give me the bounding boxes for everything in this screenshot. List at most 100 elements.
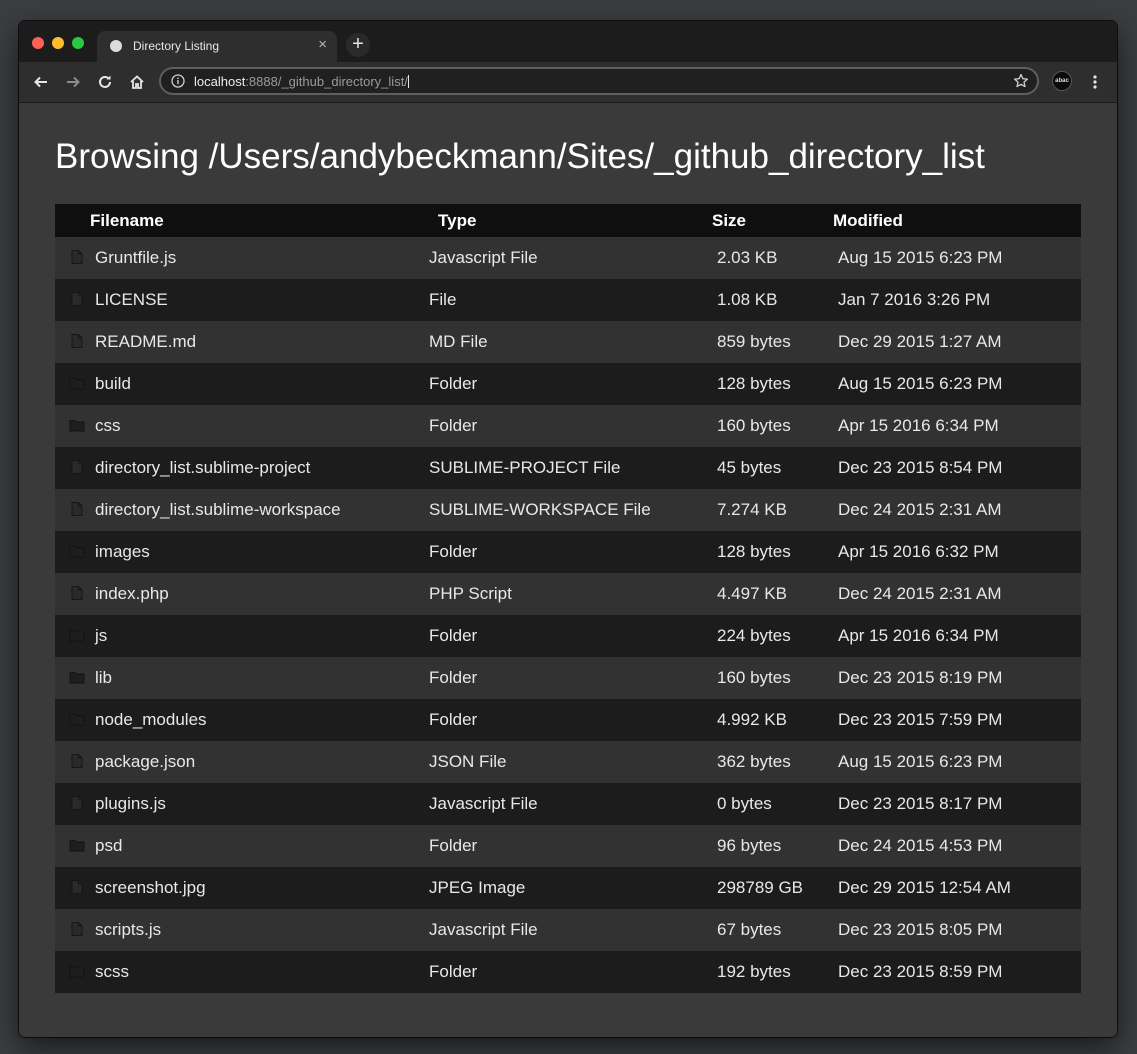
table-row[interactable]: psd Folder 96 bytes Dec 24 2015 4:53 PM	[55, 825, 1081, 867]
tab-strip: Directory Listing × +	[19, 21, 1117, 62]
filename-cell[interactable]: scripts.js	[55, 909, 424, 951]
reload-icon	[99, 75, 111, 88]
modified-cell: Dec 23 2015 8:17 PM	[838, 794, 1003, 813]
address-bar[interactable]: localhost:8888/_github_directory_list/	[159, 67, 1039, 95]
modified-cell: Aug 15 2015 6:23 PM	[838, 374, 1003, 393]
type-cell: Folder	[429, 710, 478, 729]
filename-cell[interactable]: build	[55, 363, 424, 405]
tab-directory-listing[interactable]: Directory Listing ×	[97, 31, 337, 62]
modified-cell: Dec 23 2015 8:19 PM	[838, 668, 1003, 687]
filename-cell[interactable]: package.json	[55, 741, 424, 783]
filename-link[interactable]: screenshot.jpg	[95, 878, 206, 897]
filename-cell[interactable]: directory_list.sublime-workspace	[55, 489, 424, 531]
type-cell: SUBLIME-PROJECT File	[429, 458, 621, 477]
folder-icon	[69, 417, 85, 432]
filename-cell[interactable]: plugins.js	[55, 783, 424, 825]
filename-link[interactable]: Gruntfile.js	[95, 248, 176, 267]
filename-link[interactable]: LICENSE	[95, 290, 168, 309]
header-type[interactable]: Type	[424, 204, 712, 237]
filename-link[interactable]: README.md	[95, 332, 196, 351]
table-row[interactable]: scripts.js Javascript File 67 bytes Dec 23 …	[55, 909, 1081, 951]
filename-cell[interactable]: lib	[55, 657, 424, 699]
header-modified[interactable]: Modified	[833, 204, 1081, 237]
filename-link[interactable]: css	[95, 416, 121, 435]
filename-link[interactable]: lib	[95, 668, 112, 687]
filename-cell[interactable]: psd	[55, 825, 424, 867]
filename-cell[interactable]: index.php	[55, 573, 424, 615]
tab-close-icon[interactable]: ×	[318, 37, 327, 53]
file-icon	[69, 459, 85, 474]
filename-cell[interactable]: directory_list.sublime-project	[55, 447, 424, 489]
url-path: :8888/_github_directory_list/	[245, 74, 408, 89]
size-cell: 7.274 KB	[717, 500, 787, 519]
filename-link[interactable]: psd	[95, 836, 122, 855]
favicon-icon	[110, 40, 122, 52]
filename-link[interactable]: index.php	[95, 584, 169, 603]
folder-icon	[69, 543, 85, 558]
filename-cell[interactable]: images	[55, 531, 424, 573]
table-row[interactable]: directory_list.sublime-workspace SUBLIME-…	[55, 489, 1081, 531]
extension-icon[interactable]: abac	[1052, 71, 1072, 91]
filename-link[interactable]: js	[95, 626, 107, 645]
home-button[interactable]	[125, 70, 149, 94]
filename-cell[interactable]: scss	[55, 951, 424, 993]
table-row[interactable]: README.md MD File 859 bytes Dec 29 2015 1:2…	[55, 321, 1081, 363]
table-row[interactable]: screenshot.jpg JPEG Image 298789 GB Dec 29 …	[55, 867, 1081, 909]
url-text[interactable]: localhost:8888/_github_directory_list/	[194, 74, 409, 89]
size-cell: 96 bytes	[717, 836, 782, 855]
filename-cell[interactable]: css	[55, 405, 424, 447]
table-row[interactable]: scss Folder 192 bytes Dec 23 2015 8:59 PM	[55, 951, 1081, 993]
reload-button[interactable]	[93, 70, 117, 94]
window-maximize-button[interactable]	[72, 37, 84, 49]
modified-cell: Aug 15 2015 6:23 PM	[838, 248, 1003, 267]
browser-menu-icon[interactable]	[1087, 74, 1103, 90]
table-row[interactable]: LICENSE File 1.08 KB Jan 7 2016 3:26 PM	[55, 279, 1081, 321]
table-row[interactable]: Gruntfile.js Javascript File 2.03 KB Aug 15…	[55, 237, 1081, 279]
filename-cell[interactable]: node_modules	[55, 699, 424, 741]
type-cell: Javascript File	[429, 794, 538, 813]
filename-link[interactable]: node_modules	[95, 710, 207, 729]
folder-icon	[69, 837, 85, 852]
filename-link[interactable]: images	[95, 542, 150, 561]
filename-cell[interactable]: js	[55, 615, 424, 657]
filename-link[interactable]: plugins.js	[95, 794, 166, 813]
filename-link[interactable]: directory_list.sublime-project	[95, 458, 310, 477]
table-row[interactable]: lib Folder 160 bytes Dec 23 2015 8:19 PM	[55, 657, 1081, 699]
type-cell: File	[429, 290, 457, 309]
filename-cell[interactable]: LICENSE	[55, 279, 424, 321]
table-row[interactable]: node_modules Folder 4.992 KB Dec 23 2015 7:…	[55, 699, 1081, 741]
filename-link[interactable]: package.json	[95, 752, 195, 771]
table-row[interactable]: js Folder 224 bytes Apr 15 2016 6:34 PM	[55, 615, 1081, 657]
size-cell: 4.497 KB	[717, 584, 787, 603]
table-row[interactable]: index.php PHP Script 4.497 KB Dec 24 2015 2…	[55, 573, 1081, 615]
filename-cell[interactable]: README.md	[55, 321, 424, 363]
header-filename[interactable]: Filename	[55, 204, 424, 237]
filename-link[interactable]: directory_list.sublime-workspace	[95, 500, 341, 519]
size-cell: 128 bytes	[717, 374, 791, 393]
filename-link[interactable]: scss	[95, 962, 129, 981]
table-row[interactable]: css Folder 160 bytes Apr 15 2016 6:34 PM	[55, 405, 1081, 447]
filename-cell[interactable]: Gruntfile.js	[55, 237, 424, 279]
file-icon	[69, 585, 85, 600]
new-tab-button[interactable]: +	[346, 33, 370, 57]
forward-button[interactable]	[61, 70, 85, 94]
table-row[interactable]: plugins.js Javascript File 0 bytes Dec 23 2…	[55, 783, 1081, 825]
table-row[interactable]: images Folder 128 bytes Apr 15 2016 6:32 PM	[55, 531, 1081, 573]
filename-link[interactable]: scripts.js	[95, 920, 161, 939]
table-row[interactable]: directory_list.sublime-project SUBLIME-PR…	[55, 447, 1081, 489]
window-minimize-button[interactable]	[52, 37, 64, 49]
modified-cell: Dec 23 2015 8:54 PM	[838, 458, 1003, 477]
type-cell: JPEG Image	[429, 878, 526, 897]
table-row[interactable]: package.json JSON File 362 bytes Aug 15 201…	[55, 741, 1081, 783]
bookmark-star-icon[interactable]	[1013, 73, 1029, 89]
window-close-button[interactable]	[32, 37, 44, 49]
forward-arrow-icon	[67, 76, 80, 88]
header-size[interactable]: Size	[712, 204, 833, 237]
back-button[interactable]	[29, 70, 53, 94]
filename-cell[interactable]: screenshot.jpg	[55, 867, 424, 909]
size-cell: 298789 GB	[717, 878, 804, 897]
info-icon[interactable]	[171, 74, 185, 88]
type-cell: PHP Script	[429, 584, 512, 603]
filename-link[interactable]: build	[95, 374, 131, 393]
table-row[interactable]: build Folder 128 bytes Aug 15 2015 6:23 PM	[55, 363, 1081, 405]
